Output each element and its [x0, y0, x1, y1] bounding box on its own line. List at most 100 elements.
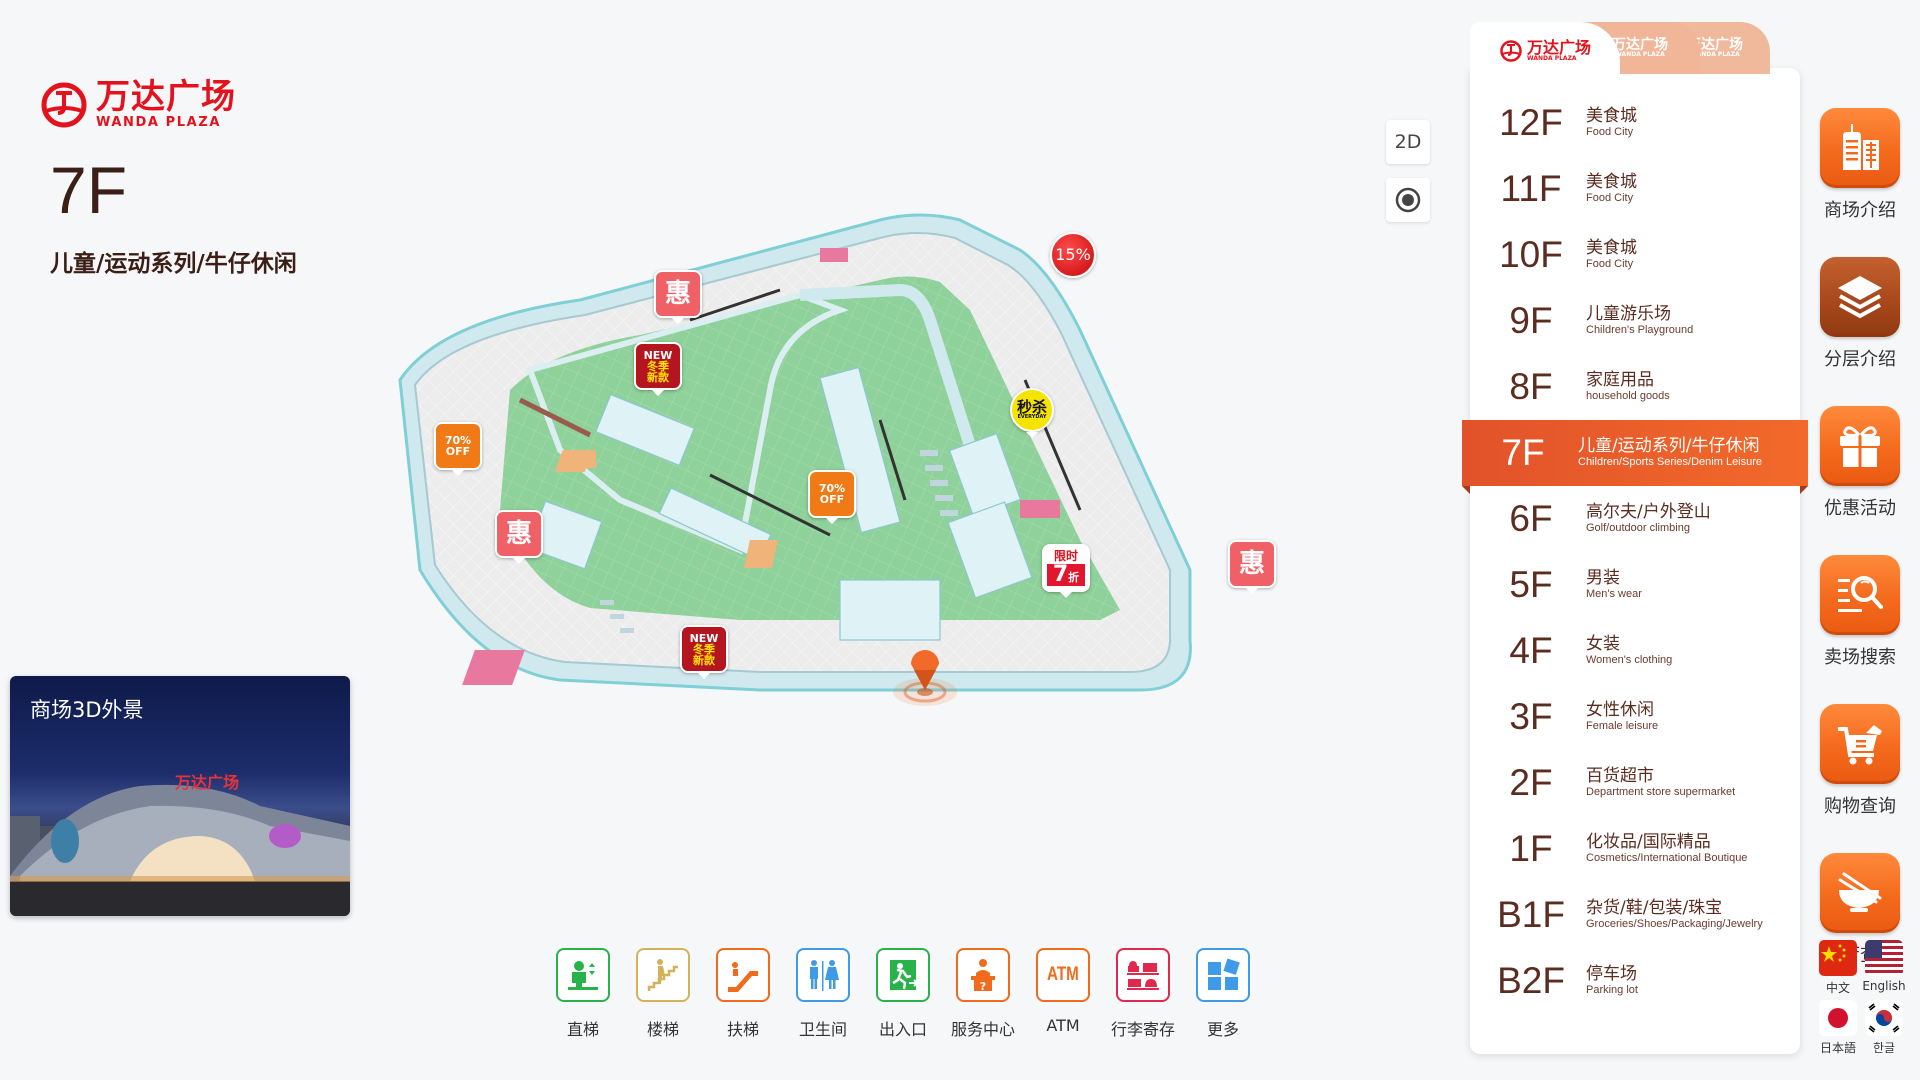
facility-restroom[interactable]: 卫生间 [796, 948, 850, 1040]
facility-atm[interactable]: ATM ATM [1036, 948, 1090, 1040]
floor-name-cn: 高尔夫/户外登山 [1586, 501, 1711, 522]
floor-item-1f[interactable]: 1F 化妆品/国际精品 Cosmetics/International Boutiq… [1470, 816, 1800, 882]
floor-name-en: Food City [1586, 258, 1634, 271]
mall-3d-exterior-card[interactable]: 万达广场 商场3D外景 [10, 676, 350, 916]
language-chinese[interactable]: 中文 [1818, 940, 1858, 996]
flash-sale-marker[interactable]: 秒杀 EVERYDAY [1010, 388, 1054, 438]
language-label: 한글 [1872, 1041, 1896, 1055]
shopping-cart-icon [1838, 725, 1882, 765]
floor-item-b1f[interactable]: B1F 杂货/鞋/包装/珠宝 Groceries/Shoes/Packaging/J… [1470, 882, 1800, 948]
floor-name-en: Men's wear [1586, 588, 1642, 601]
floor-intro-button[interactable]: 分层介绍 [1819, 257, 1901, 371]
language-label: 日本語 [1819, 1041, 1856, 1055]
current-floor-code: 7F [50, 153, 128, 227]
discount-number: 7 [1052, 562, 1069, 587]
discount-marker[interactable]: 惠 [654, 270, 702, 324]
floor-item-12f[interactable]: 12F 美食城 Food City [1470, 90, 1800, 156]
floor-name-cn: 美食城 [1586, 237, 1637, 258]
percent-off-badge[interactable]: 15% [1050, 232, 1096, 278]
target-icon [1395, 187, 1421, 213]
action-label: 卖场搜索 [1824, 647, 1896, 668]
gift-icon [1840, 426, 1880, 467]
discount-marker[interactable]: 惠 [1228, 540, 1276, 594]
floor-item-9f[interactable]: 9F 儿童游乐场 Children's Playground [1470, 288, 1800, 354]
mall-tab-1[interactable]: 万达广场 WANDA PLAZA [1470, 22, 1620, 80]
floor-name-en: Groceries/Shoes/Packaging/Jewelry [1586, 918, 1763, 931]
locate-button[interactable] [1386, 178, 1430, 222]
floor-name-cn: 家庭用品 [1586, 369, 1654, 390]
floor-name-cn: 美食城 [1586, 171, 1637, 192]
shopping-query-button[interactable]: 购物查询 [1819, 704, 1901, 818]
usa-flag-icon [1865, 940, 1903, 973]
floor-name-en: Golf/outdoor climbing [1586, 522, 1690, 535]
floor-name-cn: 百货超市 [1586, 765, 1654, 786]
floor-item-3f[interactable]: 3F 女性休闲 Female leisure [1470, 684, 1800, 750]
language-korean[interactable]: 한글 [1864, 1000, 1904, 1056]
flash-sale-label: 秒杀 [1016, 398, 1047, 416]
promotions-button[interactable]: 优惠活动 [1819, 406, 1901, 520]
floor-name-cn: 男装 [1586, 567, 1620, 588]
exit-icon [890, 960, 919, 990]
discount-unit: 折 [1068, 571, 1080, 584]
2d-view-toggle[interactable]: 2D [1386, 120, 1430, 164]
stairs-icon [647, 959, 678, 991]
new-arrival-marker[interactable]: NEW 冬季 新款 [680, 625, 728, 679]
floor-item-6f[interactable]: 6F 高尔夫/户外登山 Golf/outdoor climbing [1470, 486, 1800, 552]
facility-service-center[interactable]: ? 服务中心 [951, 948, 1015, 1040]
store-search-button[interactable]: 卖场搜索 [1819, 555, 1901, 669]
floor-item-2f[interactable]: 2F 百货超市 Department store supermarket [1470, 750, 1800, 816]
floor-map-3d[interactable]: 惠 惠 惠 70% OFF 70% OFF NEW 冬季 新款 NEW 冬季 新… [360, 210, 1440, 860]
facility-escalator[interactable]: 扶梯 [716, 948, 770, 1040]
new-arrival-marker[interactable]: NEW 冬季 新款 [634, 342, 682, 396]
facility-exit[interactable]: 出入口 [876, 948, 930, 1040]
facility-label: 更多 [1206, 1020, 1239, 1039]
current-floor-description: 儿童/运动系列/牛仔休闲 [50, 251, 297, 277]
floor-name-cn: 女装 [1586, 633, 1620, 654]
discount-label: 惠 [1238, 549, 1265, 579]
facility-stairs[interactable]: 楼梯 [636, 948, 690, 1040]
wanda-logo-icon [41, 82, 87, 127]
seventy-off-marker[interactable]: 70% OFF [434, 422, 482, 476]
floor-code: 6F [1509, 498, 1553, 539]
new-style-label: 新款 [647, 370, 669, 384]
facility-elevator[interactable]: 直梯 [556, 948, 610, 1040]
floor-code: 4F [1509, 630, 1553, 671]
language-japanese[interactable]: 日本語 [1818, 1000, 1858, 1056]
winter-label: 冬季 [647, 359, 669, 373]
limited-time-discount-marker[interactable]: 限时 7折 [1042, 544, 1090, 598]
action-label: 优惠活动 [1824, 498, 1896, 519]
floor-name-en: Parking lot [1586, 984, 1638, 997]
mall-intro-button[interactable]: 商场介绍 [1819, 108, 1901, 222]
floor-name-en: Department store supermarket [1586, 786, 1736, 799]
floor-item-10f[interactable]: 10F 美食城 Food City [1470, 222, 1800, 288]
service-desk-icon: ? [971, 959, 995, 993]
floor-item-11f[interactable]: 11F 美食城 Food City [1470, 156, 1800, 222]
facility-luggage-storage[interactable]: 行李寄存 [1111, 948, 1175, 1040]
current-location-pin[interactable] [890, 650, 960, 710]
exterior-card-title: 商场3D外景 [30, 698, 144, 722]
discount-marker[interactable]: 惠 [495, 510, 543, 564]
facility-label: ATM [1046, 1016, 1080, 1035]
floor-code: 10F [1499, 234, 1563, 275]
action-label: 分层介绍 [1824, 349, 1896, 370]
new-style-label: 新款 [693, 653, 715, 667]
facility-label: 直梯 [566, 1020, 599, 1039]
floor-code: 12F [1499, 102, 1563, 143]
restroom-icon [810, 960, 839, 991]
floor-item-7f[interactable]: 7F 儿童/运动系列/牛仔休闲 Children/Sports Series/Den… [1462, 420, 1808, 494]
building-icon [1843, 124, 1879, 170]
floor-name-en: Food City [1586, 192, 1634, 205]
floor-item-b2f[interactable]: B2F 停车场 Parking lot [1470, 948, 1800, 1014]
floor-name-en: Food City [1586, 126, 1634, 139]
floor-name-en: household goods [1586, 390, 1670, 403]
facility-more[interactable]: 更多 [1196, 948, 1250, 1040]
floor-item-4f[interactable]: 4F 女装 Women's clothing [1470, 618, 1800, 684]
exterior-sign: 万达广场 [174, 773, 239, 792]
floor-code: B2F [1497, 960, 1565, 1001]
floor-item-5f[interactable]: 5F 男装 Men's wear [1470, 552, 1800, 618]
language-english[interactable]: English [1862, 940, 1906, 996]
seventy-off-marker[interactable]: 70% OFF [808, 470, 856, 524]
floor-code: 7F [1501, 432, 1545, 473]
floor-item-8f[interactable]: 8F 家庭用品 household goods [1470, 354, 1800, 420]
atm-icon: ATM [1047, 964, 1079, 985]
